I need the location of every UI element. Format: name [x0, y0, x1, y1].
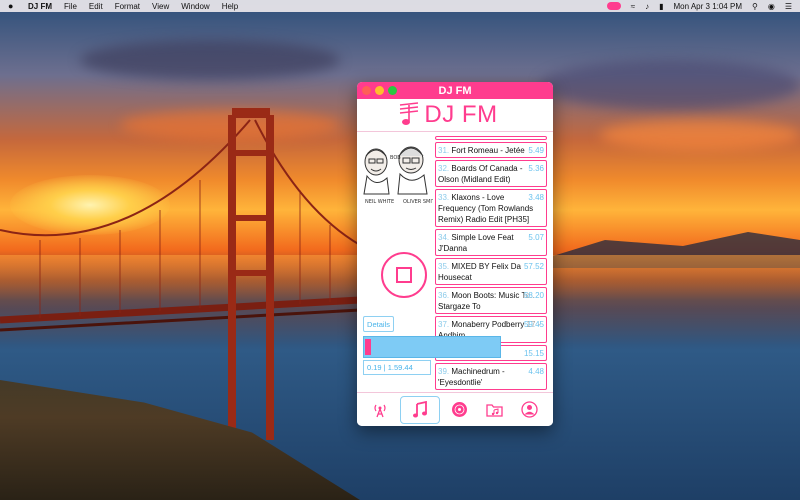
track-duration: 15.15 — [523, 348, 544, 359]
radio-tab[interactable] — [365, 396, 395, 424]
spotlight-search-icon[interactable]: ⚲ — [752, 2, 758, 11]
djfm-status-icon[interactable] — [606, 2, 621, 10]
radio-tower-icon — [374, 404, 386, 417]
volume-icon[interactable]: ♪ — [645, 2, 649, 11]
track-title: Boards Of Canada - Olson (Midland Edit) — [438, 164, 523, 184]
minimize-window-button[interactable] — [375, 86, 384, 95]
track-number: 32. — [438, 164, 450, 173]
system-menu-bar: ● DJ FM File Edit Format View Window Hel… — [0, 0, 800, 12]
djfm-window: DJ FM DJ FM NEIL WHITE OLIVER SMI BOB De… — [357, 82, 553, 426]
notification-center-icon[interactable]: ☰ — [785, 2, 792, 11]
track-duration: 5.36 — [528, 163, 544, 174]
track-number: 33. — [438, 193, 450, 202]
track-number: 39. — [438, 367, 450, 376]
list-item[interactable]: 34. Simple Love Feat J'Danna 5.07 — [435, 229, 547, 256]
menu-file[interactable]: File — [64, 2, 77, 11]
battery-icon[interactable]: ▮ — [659, 2, 663, 11]
time-readout: 0.19 | 1.59.44 — [363, 360, 431, 375]
track-duration: 4.48 — [528, 366, 544, 377]
zoom-window-button[interactable] — [388, 86, 397, 95]
track-duration: 3.48 — [528, 192, 544, 203]
track-number: 34. — [438, 233, 450, 242]
menu-help[interactable]: Help — [222, 2, 238, 11]
apple-menu-icon[interactable]: ● — [8, 1, 18, 11]
app-title: DJ FM — [424, 101, 498, 128]
menu-format[interactable]: Format — [115, 2, 140, 11]
menu-window[interactable]: Window — [181, 2, 209, 11]
music-folder-icon — [486, 404, 503, 417]
window-title: DJ FM — [438, 84, 472, 97]
bottom-toolbar — [357, 392, 553, 426]
track-number: 35. — [438, 262, 450, 271]
track-title: Simple Love Feat J'Danna — [438, 233, 514, 253]
menu-view[interactable]: View — [152, 2, 169, 11]
svg-text:NEIL WHITE: NEIL WHITE — [365, 199, 394, 205]
dj-caricature-image: NEIL WHITE OLIVER SMITH BOB — [363, 146, 433, 205]
window-titlebar[interactable]: DJ FM — [357, 82, 553, 99]
track-duration: 57.52 — [523, 261, 544, 272]
track-number: 37. — [438, 320, 450, 329]
details-button[interactable]: Details — [363, 316, 394, 332]
records-tab[interactable] — [445, 396, 475, 424]
menu-edit[interactable]: Edit — [89, 2, 103, 11]
list-item[interactable]: 33. Klaxons - Love Frequency (Tom Rowlan… — [435, 189, 547, 227]
track-title: MIXED BY Felix Da Housecat — [438, 262, 522, 282]
track-duration: 5.07 — [528, 232, 544, 243]
track-title: Klaxons - Love Frequency (Tom Rowlands R… — [438, 193, 534, 224]
music-tab[interactable] — [400, 395, 441, 424]
music-note-icon — [413, 400, 428, 417]
track-duration: 5.49 — [528, 145, 544, 156]
svg-text:BOB: BOB — [390, 155, 401, 161]
list-item[interactable]: 32. Boards Of Canada - Olson (Midland Ed… — [435, 160, 547, 187]
list-item[interactable]: 39. Machinedrum - 'Eyesdontlie' 4.48 — [435, 363, 547, 390]
user-avatar-icon[interactable]: ◉ — [768, 2, 775, 11]
stop-button[interactable] — [381, 252, 427, 298]
track-title: Fort Romeau - Jetée — [451, 146, 525, 155]
close-window-button[interactable] — [362, 86, 371, 95]
stop-icon — [396, 267, 412, 283]
track-number: 31. — [438, 146, 450, 155]
list-item[interactable]: 31. Fort Romeau - Jetée 5.49 — [435, 142, 547, 158]
list-item[interactable]: 36. Moon Boots: Music To.. Stargaze To 58… — [435, 287, 547, 314]
track-duration: 58.20 — [523, 290, 544, 301]
record-icon — [452, 402, 468, 417]
track-duration: 59.45 — [523, 319, 544, 330]
progress-fill — [365, 339, 371, 355]
profile-tab[interactable] — [515, 396, 545, 424]
svg-text:OLIVER SMITH: OLIVER SMITH — [403, 199, 433, 205]
track-number: 36. — [438, 291, 450, 300]
app-header: DJ FM — [357, 99, 553, 132]
folder-tab[interactable] — [480, 396, 510, 424]
menu-clock[interactable]: Mon Apr 3 1:04 PM — [674, 2, 742, 11]
menu-app-name[interactable]: DJ FM — [28, 2, 52, 11]
progress-bar[interactable] — [363, 336, 501, 358]
profile-icon — [521, 401, 538, 418]
list-item[interactable] — [435, 136, 547, 140]
music-logo-icon — [399, 102, 419, 125]
track-title: Moon Boots: Music To.. Stargaze To — [438, 291, 535, 311]
list-item[interactable]: 35. MIXED BY Felix Da Housecat 57.52 — [435, 258, 547, 285]
wifi-icon[interactable]: ≈ — [631, 2, 635, 11]
